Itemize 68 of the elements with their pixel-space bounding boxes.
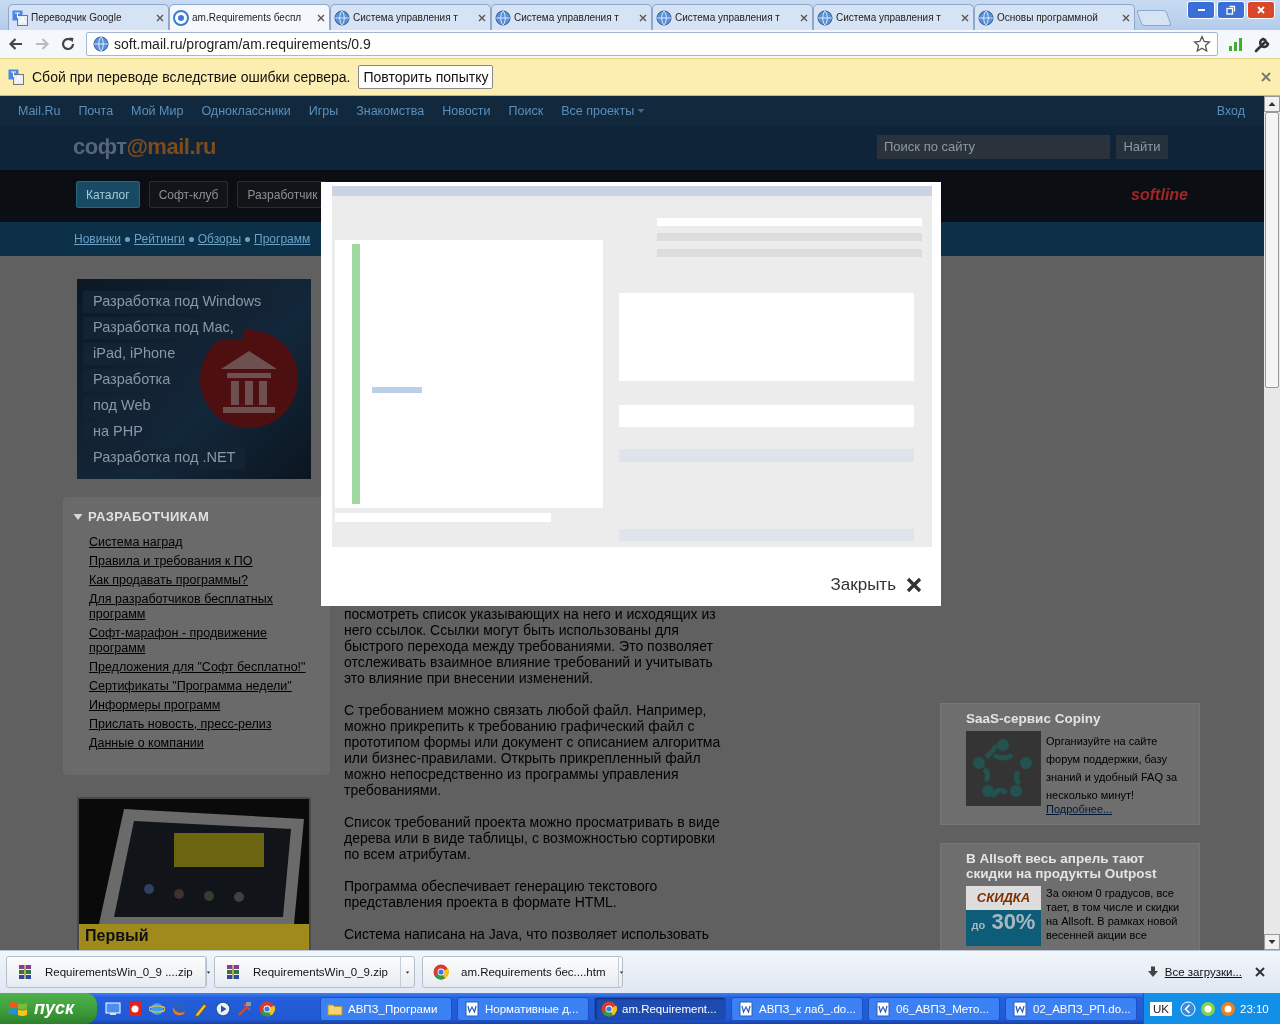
language-indicator[interactable]: UK <box>1150 1001 1172 1016</box>
section-link[interactable]: Обзоры <box>197 232 242 246</box>
address-bar[interactable]: soft.mail.ru/program/am.requirements/0.9 <box>86 32 1218 56</box>
ad-text: За окном 0 градусов, все тает, в том числе и скидки на Allsoft. В рамках новой весенней акции все <box>1046 886 1181 943</box>
sidebar-link[interactable]: Прислать новость, пресс-релиз <box>89 717 311 732</box>
browser-tab[interactable]: Система управления т <box>491 4 652 30</box>
section-link[interactable]: Программ <box>254 232 311 246</box>
taskbar-button[interactable]: 06_АВПЗ_Мето... <box>868 996 1000 1021</box>
article-paragraph: С требованием можно связать любой файл. Например, можно прикрепить к требованию графический файл с прототипом формы или документ с описанием алгоритма или бизнес-правилами. Открыть прикрепленный файл можно непосредственно из программы управления требованиями. <box>344 702 722 798</box>
catalog-tab[interactable]: Разработчик <box>237 181 328 208</box>
error-message: Сбой при переводе вследствие ошибки сервера. <box>32 69 351 85</box>
sidebar-link[interactable]: Предложения для "Софт бесплатно!" <box>89 660 311 675</box>
browser-tab[interactable]: Основы программной <box>974 4 1135 30</box>
promo-banner[interactable]: Разработка под Windows Разработка под Mac, iPad, iPhone Разработка под Web на PHP Разработка под .NET <box>77 279 311 479</box>
article-paragraph: Система написана на Java, что позволяет использовать <box>344 926 710 942</box>
ad-text: Организуйте на сайте форум поддержки, базу знаний и удобный FAQ за несколько минут! <box>1046 735 1178 801</box>
sidebar-link[interactable]: Информеры программ <box>89 698 311 713</box>
article-paragraph: Список требований проекта можно просматривать в виде дерева или в виде таблицы, с возможностью сортировки по всем атрибутам. <box>344 814 721 862</box>
browser-tab[interactable]: Система управления т <box>652 4 813 30</box>
ad-title: В Allsoft весь апрель тают скидки на продукты Outpost <box>966 851 1158 881</box>
sidebar-link[interactable]: Как продавать программы? <box>89 573 311 588</box>
nav-link[interactable]: Игры <box>308 103 339 118</box>
search-field[interactable]: Поиск по сайту <box>877 134 1110 159</box>
sidebar-link[interactable]: Для разработчиков бесплатных программ <box>89 592 311 622</box>
browser-tab[interactable]: Система управления т <box>330 4 491 30</box>
close-button[interactable]: Закрыть <box>830 575 922 595</box>
download-item[interactable]: am.Requirements бес....htm <box>422 956 623 988</box>
more-link[interactable]: Подробнее... <box>1046 803 1191 815</box>
sidebar-link[interactable]: Правила и требования к ПО <box>89 554 311 569</box>
nav-link[interactable]: Знакомства <box>356 103 425 118</box>
search-button[interactable]: Найти <box>1116 134 1168 159</box>
discount-badge: СКИДКА до 30% <box>966 886 1041 946</box>
section-link[interactable]: Новинки <box>74 232 121 246</box>
site-logo[interactable]: софт@mail.ru <box>73 133 216 160</box>
browser-tab[interactable]: Система управления т <box>813 4 974 30</box>
article-paragraph: Программа обеспечивает генерацию текстового представления проекта в формате HTML. <box>344 878 659 910</box>
browser-tab[interactable]: Переводчик Google <box>8 4 169 30</box>
article-paragraph: посмотреть список указывающих на него и исходящих из него ссылок. Ссылки могут быть использованы для быстрого перехода между требованиями. Это позволяет отслеживать взаимное влияние требований и учитывать это влияние при внесении изменений. <box>344 606 717 686</box>
sidebar-link[interactable]: Софт-марафон - продвижение программ <box>89 626 311 656</box>
nav-link[interactable]: Все проекты <box>561 103 646 118</box>
nav-link[interactable]: Одноклассники <box>201 103 291 118</box>
taskbar-button[interactable]: АВПЗ_Програми <box>320 996 452 1021</box>
browser-tab[interactable]: am.Requirements беспл <box>169 4 330 30</box>
taskbar-button[interactable]: 02_АВПЗ_РП.do... <box>1005 996 1137 1021</box>
nav-link[interactable]: Почта <box>78 103 114 118</box>
sidebar-link[interactable]: Система наград <box>89 535 311 550</box>
nav-link[interactable]: Мой Мир <box>131 103 184 118</box>
nav-link[interactable]: Mail.Ru <box>18 103 61 118</box>
catalog-tab[interactable]: Софт-клуб <box>148 181 229 208</box>
clock: 23:10 <box>1240 1002 1269 1015</box>
retry-button[interactable]: Повторить попытку <box>358 65 494 89</box>
nav-link[interactable]: Поиск <box>508 103 544 118</box>
section-link[interactable]: Рейтинги <box>134 232 185 246</box>
section-heading: РАЗРАБОТЧИКАМ <box>88 509 210 524</box>
taskbar-button[interactable]: АВПЗ_к лаб_.do... <box>731 996 863 1021</box>
sidebar-link[interactable]: Данные о компании <box>89 736 311 751</box>
login-link[interactable]: Вход <box>1216 103 1245 118</box>
nav-link[interactable]: Новости <box>442 103 491 118</box>
ad-title: SaaS-сервис Copiny <box>966 711 1102 726</box>
taskbar-button[interactable]: Нормативные д... <box>457 996 589 1021</box>
catalog-tab[interactable]: Каталог <box>76 181 140 208</box>
start-button[interactable]: пуск <box>0 993 97 1024</box>
taskbar-button[interactable]: am.Requirement... <box>594 996 726 1021</box>
all-downloads-link[interactable]: Все загрузки... <box>1146 966 1242 978</box>
partner-logo: softline <box>1131 185 1188 204</box>
ad-caption: Первый <box>79 924 309 950</box>
sidebar-link[interactable]: Сертификаты "Программа недели" <box>89 679 311 694</box>
download-item[interactable]: RequirementsWin_0_9.zip <box>214 956 415 988</box>
